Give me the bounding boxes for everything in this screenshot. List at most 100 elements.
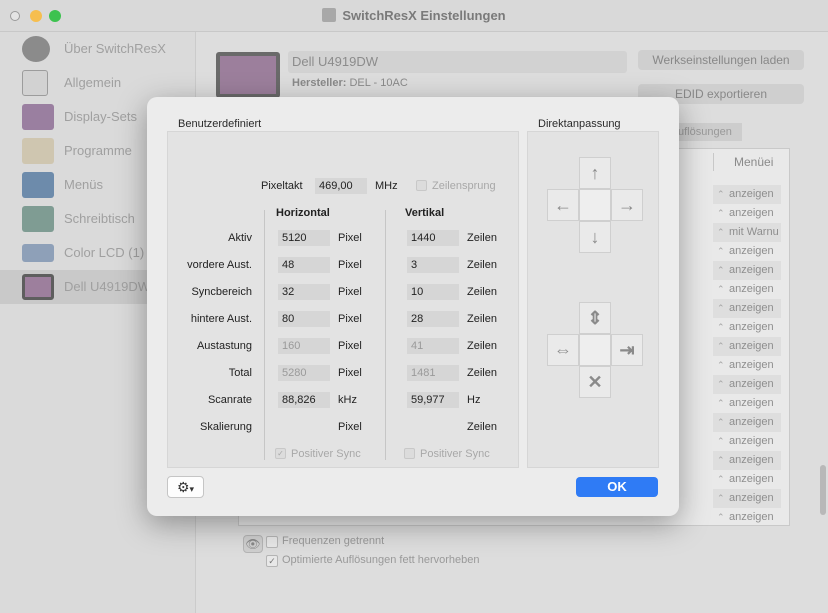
list-scrollbar[interactable]	[820, 465, 826, 515]
interlace-label: Zeilensprung	[432, 180, 496, 192]
row-label: vordere Aust.	[187, 259, 252, 271]
tab-resolutions[interactable]: uflösungen	[674, 123, 742, 141]
list-item-value: anzeigen	[729, 416, 774, 428]
list-item[interactable]: ⌃ anzeigen	[713, 508, 781, 527]
gear-menu-button[interactable]: ⚙▾	[167, 476, 204, 498]
laptop-icon	[22, 244, 54, 262]
pad-center	[579, 334, 611, 366]
sidebar-item-label: Menüs	[64, 177, 104, 192]
optimize-bold-checkbox[interactable]: ✓	[266, 555, 278, 567]
app-icon	[322, 8, 337, 22]
list-item-value: anzeigen	[729, 283, 774, 295]
list-item[interactable]: ⌃ anzeigen	[713, 375, 781, 394]
vertical-header: Vertikal	[405, 207, 445, 219]
v-unit: Zeilen	[467, 232, 497, 244]
list-item[interactable]: ⌃ mit Warnu	[713, 223, 781, 242]
chevron-down-icon: ▾	[189, 484, 195, 494]
display-name-field[interactable]: Dell U4919DW	[288, 51, 627, 73]
shrink-horizontal-button[interactable]: ⇥	[611, 334, 643, 366]
maker-label: Hersteller:	[292, 77, 347, 89]
timing-row-blanking: Austastung 160 Pixel 41 Zeilen	[168, 338, 520, 360]
shrink-vertical-button[interactable]: ✕	[579, 366, 611, 398]
list-item[interactable]: ⌃ anzeigen	[713, 242, 781, 261]
popup-arrow-icon: ⌃	[717, 512, 725, 522]
list-item[interactable]: ⌃ anzeigen	[713, 318, 781, 337]
ok-button[interactable]: OK	[576, 477, 658, 497]
pixelclock-input[interactable]: 469,00	[315, 178, 367, 194]
sidebar-item-label: Allgemein	[64, 75, 122, 90]
eye-icon[interactable]: 👁	[243, 535, 263, 553]
list-item[interactable]: ⌃ anzeigen	[713, 299, 781, 318]
list-item[interactable]: ⌃ anzeigen	[713, 413, 781, 432]
app-window: SwitchResX Einstellungen Über SwitchResX…	[0, 0, 828, 613]
v-active-input[interactable]: 1440	[407, 230, 459, 246]
move-up-button[interactable]: ↑	[579, 157, 611, 189]
list-item-value: anzeigen	[729, 492, 774, 504]
move-left-button[interactable]: ←	[547, 189, 579, 221]
list-item[interactable]: ⌃ anzeigen	[713, 451, 781, 470]
popup-arrow-icon: ⌃	[717, 303, 725, 313]
h-unit: Pixel	[338, 340, 362, 352]
v-sync-input[interactable]: 10	[407, 284, 459, 300]
list-item[interactable]: ⌃ anzeigen	[713, 394, 781, 413]
h-sync-input[interactable]: 32	[278, 284, 330, 300]
timing-row-back-porch: hintere Aust. 80 Pixel 28 Zeilen	[168, 311, 520, 333]
list-item-value: anzeigen	[729, 454, 774, 466]
popup-arrow-icon: ⌃	[717, 341, 725, 351]
v-back-porch-input[interactable]: 28	[407, 311, 459, 327]
h-scanrate-input[interactable]: 88,826	[278, 392, 330, 408]
move-right-button[interactable]: →	[611, 189, 643, 221]
v-unit: Zeilen	[467, 340, 497, 352]
v-refresh-input[interactable]: 59,977	[407, 392, 459, 408]
move-down-button[interactable]: ↓	[579, 221, 611, 253]
size-pad: ⇕ ⇔ ⇥ ✕	[547, 302, 643, 398]
h-total-value: 5280	[278, 365, 330, 381]
timing-row-front-porch: vordere Aust. 48 Pixel 3 Zeilen	[168, 257, 520, 279]
window-title: SwitchResX Einstellungen	[0, 8, 828, 23]
h-back-porch-input[interactable]: 80	[278, 311, 330, 327]
display-name: Dell U4919DW	[292, 54, 378, 69]
v-positive-sync-checkbox[interactable]	[404, 448, 415, 459]
reset-defaults-button[interactable]: Werkseinstellungen laden	[638, 50, 804, 70]
list-item-value: mit Warnu	[729, 226, 779, 238]
list-item[interactable]: ⌃ anzeigen	[713, 261, 781, 280]
freq-separate-checkbox[interactable]	[266, 536, 278, 548]
row-label: Austastung	[196, 340, 252, 352]
v-total-value: 1481	[407, 365, 459, 381]
expand-vertical-button[interactable]: ⇕	[579, 302, 611, 334]
row-label: Aktiv	[228, 232, 252, 244]
expand-horizontal-button[interactable]: ⇔	[547, 334, 579, 366]
list-item[interactable]: ⌃ anzeigen	[713, 204, 781, 223]
h-unit: kHz	[338, 394, 357, 406]
interlace-checkbox[interactable]	[416, 180, 427, 191]
list-item-value: anzeigen	[729, 188, 774, 200]
v-front-porch-input[interactable]: 3	[407, 257, 459, 273]
h-active-input[interactable]: 5120	[278, 230, 330, 246]
switch-icon	[22, 70, 48, 96]
list-item[interactable]: ⌃ anzeigen	[713, 280, 781, 299]
gear-icon	[22, 36, 50, 62]
list-item[interactable]: ⌃ anzeigen	[713, 356, 781, 375]
title-bar: SwitchResX Einstellungen	[0, 0, 828, 32]
row-label: Total	[228, 367, 252, 379]
sidebar-item-about[interactable]: Über SwitchResX	[0, 32, 196, 66]
row-label: hintere Aust.	[190, 313, 252, 325]
list-item[interactable]: ⌃ anzeigen	[713, 337, 781, 356]
list-item-value: anzeigen	[729, 340, 774, 352]
row-label: Scanrate	[207, 394, 252, 406]
list-item[interactable]: ⌃ anzeigen	[713, 432, 781, 451]
sidebar-item-label: Über SwitchResX	[64, 41, 166, 56]
h-unit: Pixel	[338, 259, 362, 271]
h-front-porch-input[interactable]: 48	[278, 257, 330, 273]
timing-row-total: Total 5280 Pixel 1481 Zeilen	[168, 365, 520, 387]
list-item[interactable]: ⌃ anzeigen	[713, 185, 781, 204]
timing-row-scaling: Skalierung Pixel Zeilen	[168, 421, 520, 441]
sidebar-item-general[interactable]: Allgemein	[0, 66, 196, 100]
popup-arrow-icon: ⌃	[717, 284, 725, 294]
list-item[interactable]: ⌃ anzeigen	[713, 470, 781, 489]
list-item[interactable]: ⌃ anzeigen	[713, 489, 781, 508]
v-unit: Zeilen	[467, 421, 497, 433]
popup-arrow-icon: ⌃	[717, 493, 725, 503]
optimize-bold-label: Optimierte Auflösungen fett hervorheben	[282, 554, 480, 566]
h-positive-sync-checkbox[interactable]: ✓	[275, 448, 286, 459]
